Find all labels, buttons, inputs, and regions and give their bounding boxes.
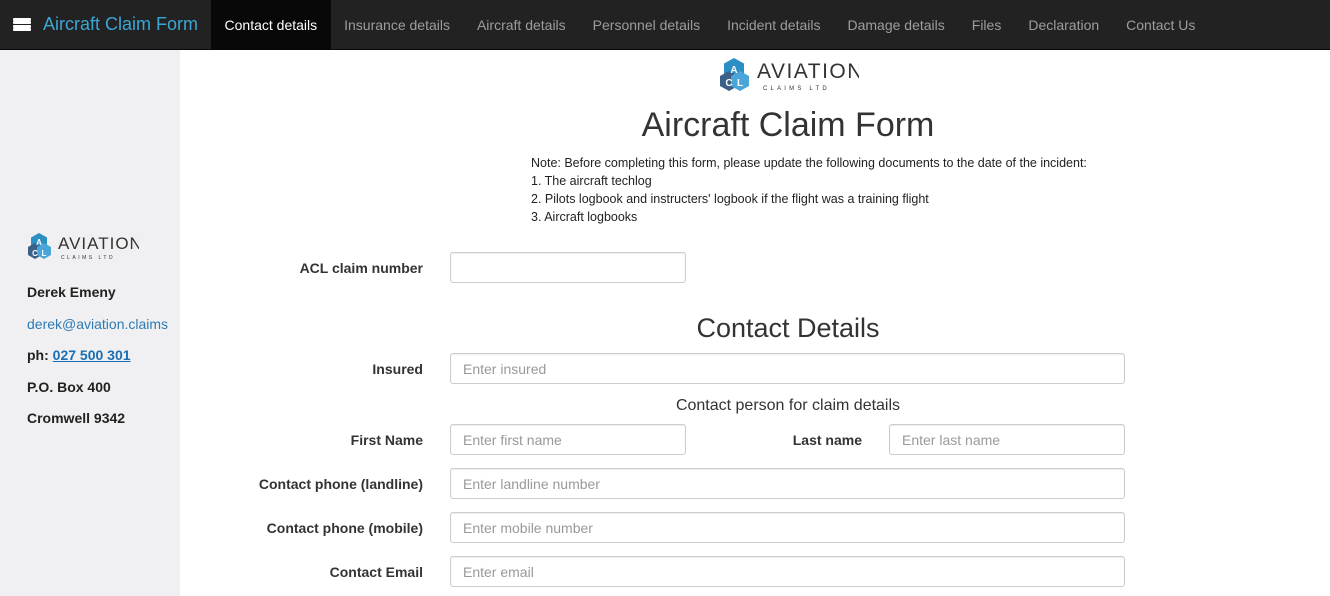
first-name-label: First Name xyxy=(350,432,423,448)
svg-text:AVIATION: AVIATION xyxy=(757,60,859,83)
tab-contact-us[interactable]: Contact Us xyxy=(1113,0,1209,50)
tab-declaration[interactable]: Declaration xyxy=(1015,0,1113,50)
landline-input[interactable] xyxy=(450,468,1125,499)
instructions-note: Note: Before completing this form, pleas… xyxy=(531,154,1087,226)
tab-insurance-details[interactable]: Insurance details xyxy=(331,0,464,50)
insured-input[interactable] xyxy=(450,353,1125,384)
menu-icon[interactable] xyxy=(13,17,31,32)
contact-name: Derek Emeny xyxy=(27,284,116,300)
page-title: Aircraft Claim Form xyxy=(641,106,935,144)
svg-text:A: A xyxy=(36,238,42,247)
nav-tabs: Contact details Insurance details Aircra… xyxy=(211,0,1209,50)
tab-damage-details[interactable]: Damage details xyxy=(834,0,958,50)
tab-aircraft-details[interactable]: Aircraft details xyxy=(463,0,579,50)
sidebar-logo: A C L AVIATION CLAIMS LTD xyxy=(27,231,142,268)
tab-personnel-details[interactable]: Personnel details xyxy=(579,0,713,50)
landline-label: Contact phone (landline) xyxy=(258,476,423,492)
contact-po-box: P.O. Box 400 xyxy=(27,379,111,395)
contact-details-heading: Contact Details xyxy=(696,313,880,343)
contact-email-link[interactable]: derek@aviation.claims xyxy=(27,316,168,332)
email-input[interactable] xyxy=(450,556,1125,587)
svg-text:L: L xyxy=(737,78,743,89)
sidebar: A C L AVIATION CLAIMS LTD Derek Emeny de… xyxy=(0,50,180,596)
svg-text:C: C xyxy=(32,249,38,258)
contact-phone: ph: 027 500 301 xyxy=(27,347,131,363)
acl-claim-number-input[interactable] xyxy=(450,252,686,283)
main-logo: A C L AVIATION CLAIMS LTD xyxy=(719,56,862,99)
contact-city: Cromwell 9342 xyxy=(27,410,126,426)
tab-files[interactable]: Files xyxy=(958,0,1015,50)
note-item: 1. The aircraft techlog xyxy=(531,174,652,188)
mobile-input[interactable] xyxy=(450,512,1125,543)
note-intro: Note: Before completing this form, pleas… xyxy=(531,156,1087,170)
svg-text:L: L xyxy=(42,249,47,258)
tab-incident-details[interactable]: Incident details xyxy=(714,0,834,50)
svg-text:AVIATION: AVIATION xyxy=(58,234,139,253)
svg-text:C: C xyxy=(725,78,732,89)
note-item: 2. Pilots logbook and instructers' logbo… xyxy=(531,192,929,206)
phone-prefix: ph: xyxy=(27,347,53,363)
note-item: 3. Aircraft logbooks xyxy=(531,210,638,224)
mobile-label: Contact phone (mobile) xyxy=(266,520,423,536)
svg-text:A: A xyxy=(730,65,737,76)
top-navbar: Aircraft Claim Form Contact details Insu… xyxy=(0,0,1330,50)
last-name-label: Last name xyxy=(792,432,862,448)
contact-person-heading: Contact person for claim details xyxy=(675,397,901,414)
first-name-input[interactable] xyxy=(450,424,686,455)
svg-text:CLAIMS LTD: CLAIMS LTD xyxy=(61,255,115,261)
last-name-input[interactable] xyxy=(889,424,1125,455)
acl-claim-number-label: ACL claim number xyxy=(299,260,423,276)
phone-link[interactable]: 027 500 301 xyxy=(53,347,131,363)
svg-text:CLAIMS LTD: CLAIMS LTD xyxy=(763,86,830,92)
navbar-brand[interactable]: Aircraft Claim Form xyxy=(43,14,198,35)
insured-label: Insured xyxy=(372,361,423,377)
tab-contact-details[interactable]: Contact details xyxy=(211,0,331,50)
email-label: Contact Email xyxy=(329,564,423,580)
